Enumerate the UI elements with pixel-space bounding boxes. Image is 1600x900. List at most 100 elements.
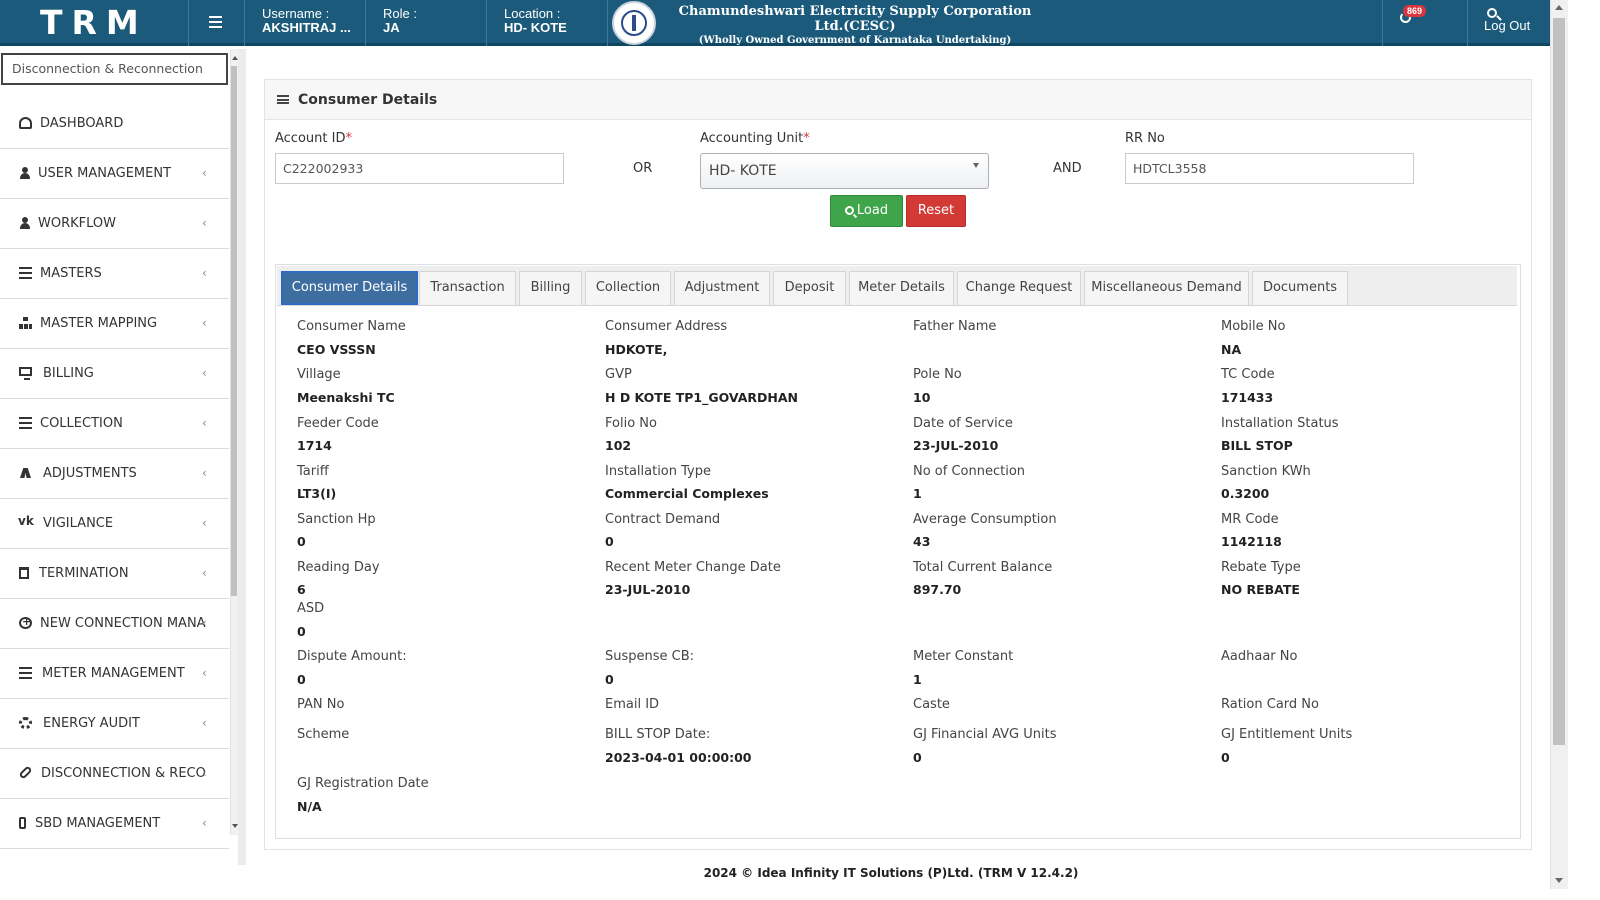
no-of-connection-value: 1 — [913, 486, 922, 501]
logout-label: Log Out — [1484, 18, 1531, 33]
sidebar-item-masters[interactable]: MASTERS ‹ — [0, 249, 229, 299]
asd-label: ASD — [297, 601, 325, 616]
sidebar-item-meter-management[interactable]: METER MANAGEMENT ‹ — [0, 649, 229, 699]
logout-button[interactable]: Log Out — [1484, 8, 1534, 33]
divider — [1467, 0, 1468, 46]
sidebar-item-label: SBD MANAGEMENT — [35, 816, 161, 831]
sidebar-item-label: DISCONNECTION & RECONNECTION — [41, 766, 205, 781]
mobile-no-label: Mobile No — [1221, 319, 1286, 334]
sidebar-divider — [238, 49, 246, 865]
gj-entitlement-units-value: 0 — [1221, 750, 1230, 765]
sidebar-item-energy-audit[interactable]: ENERGY AUDIT ‹ — [0, 699, 229, 749]
email-id-label: Email ID — [605, 697, 660, 712]
role-info: Role : JA — [383, 7, 417, 34]
sidebar-item-vigilance[interactable]: VIGILANCE ‹ — [0, 499, 229, 549]
tab-meter-details[interactable]: Meter Details — [849, 271, 954, 305]
tab-miscellaneous-demand[interactable]: Miscellaneous Demand — [1084, 271, 1249, 305]
chevron-left-icon: ‹ — [202, 466, 207, 480]
sidebar-scrollbar-thumb[interactable] — [231, 66, 237, 596]
tab-deposit[interactable]: Deposit — [773, 271, 846, 305]
sidebar-item-label: MASTER MAPPING — [40, 316, 158, 331]
mobile-no-value: NA — [1221, 342, 1242, 357]
mr-code-label: MR Code — [1221, 512, 1279, 527]
user-icon — [19, 217, 32, 229]
scroll-down-icon[interactable] — [1555, 878, 1563, 883]
contract-demand-value: 0 — [605, 534, 614, 549]
sidebar-item-user-management[interactable]: USER MANAGEMENT ‹ — [0, 149, 229, 199]
village-label: Village — [297, 367, 341, 382]
top-bar: TRM Username : AKSHITRAJ ... Role : JA L… — [0, 0, 1550, 46]
brand-logo[interactable]: TRM — [0, 0, 188, 46]
installation-type-label: Installation Type — [605, 464, 711, 479]
tab-collection[interactable]: Collection — [585, 271, 671, 305]
pole-no-label: Pole No — [913, 367, 962, 382]
folio-no-label: Folio No — [605, 416, 657, 431]
chevron-left-icon: ‹ — [202, 516, 207, 530]
chevron-left-icon: ‹ — [202, 666, 207, 680]
sidebar-item-dashboard[interactable]: DASHBOARD — [0, 99, 229, 149]
sidebar-item-new-connection[interactable]: NEW CONNECTION MANAGEMENT‹ — [0, 599, 229, 649]
tab-billing[interactable]: Billing — [519, 271, 582, 305]
dispute-amount-value: 0 — [297, 672, 306, 687]
sidebar-search-input[interactable]: Disconnection & Reconnection — [1, 53, 228, 85]
sidebar-item-master-mapping[interactable]: MASTER MAPPING ‹ — [0, 299, 229, 349]
sidebar-item-adjustments[interactable]: ADJUSTMENTS ‹ — [0, 449, 229, 499]
contract-demand-label: Contract Demand — [605, 512, 721, 527]
sanction-hp-value: 0 — [297, 534, 306, 549]
tab-adjustment[interactable]: Adjustment — [674, 271, 770, 305]
accounting-unit-label: Accounting Unit* — [700, 131, 810, 146]
load-button[interactable]: Load — [830, 195, 903, 227]
mr-code-value: 1142118 — [1221, 534, 1282, 549]
list-icon — [19, 667, 32, 679]
tab-consumer-details[interactable]: Consumer Details — [281, 271, 418, 305]
tab-change-request[interactable]: Change Request — [957, 271, 1081, 305]
feeder-code-label: Feeder Code — [297, 416, 379, 431]
gj-entitlement-units-label: GJ Entitlement Units — [1221, 727, 1353, 742]
location-info: Location : HD- KOTE — [504, 7, 567, 34]
average-consumption-value: 43 — [913, 534, 931, 549]
sidebar-item-label: VIGILANCE — [43, 516, 114, 531]
sidebar-toggle-icon[interactable] — [198, 12, 232, 34]
gears-icon — [19, 717, 32, 729]
chevron-left-icon: ‹ — [202, 266, 207, 280]
gj-financial-avg-units-value: 0 — [913, 750, 922, 765]
account-id-input[interactable]: C222002933 — [275, 153, 564, 184]
dispute-amount-label: Dispute Amount: — [297, 649, 407, 664]
accounting-unit-value: HD- KOTE — [709, 163, 777, 179]
rr-no-input[interactable]: HDTCL3558 — [1125, 153, 1414, 184]
scroll-up-icon[interactable] — [1555, 5, 1563, 10]
reset-button[interactable]: Reset — [906, 195, 966, 227]
footer-copyright: 2024 © Idea Infinity IT Solutions (P)Ltd… — [703, 866, 1079, 880]
sidebar-item-label: MASTERS — [40, 266, 102, 281]
sidebar-item-termination[interactable]: TERMINATION ‹ — [0, 549, 229, 599]
rebate-type-label: Rebate Type — [1221, 560, 1301, 575]
sidebar-item-workflow[interactable]: WORKFLOW ‹ — [0, 199, 229, 249]
mobile-icon — [19, 817, 26, 829]
sidebar-item-label: METER MANAGEMENT — [42, 666, 185, 681]
tab-transaction[interactable]: Transaction — [419, 271, 516, 305]
tc-code-label: TC Code — [1221, 367, 1275, 382]
installation-type-value: Commercial Complexes — [605, 486, 769, 501]
sidebar-item-billing[interactable]: BILLING ‹ — [0, 349, 229, 399]
installation-status-value: BILL STOP — [1221, 438, 1293, 453]
chevron-left-icon: ‹ — [202, 366, 207, 380]
total-current-balance-label: Total Current Balance — [913, 560, 1053, 575]
tab-documents[interactable]: Documents — [1252, 271, 1348, 305]
sidebar-item-label: TERMINATION — [39, 566, 129, 581]
suspense-cb-label: Suspense CB: — [605, 649, 695, 664]
chevron-left-icon: ‹ — [202, 716, 207, 730]
chevron-left-icon: ‹ — [202, 616, 207, 630]
sidebar-item-collection[interactable]: COLLECTION ‹ — [0, 399, 229, 449]
installation-status-label: Installation Status — [1221, 416, 1339, 431]
accounting-unit-select[interactable]: HD- KOTE — [700, 153, 989, 189]
org-subtitle: (Wholly Owned Government of Karnataka Un… — [698, 35, 1012, 46]
pan-no-label: PAN No — [297, 697, 345, 712]
gj-financial-avg-units-label: GJ Financial AVG Units — [913, 727, 1057, 742]
rebate-type-value: NO REBATE — [1221, 582, 1300, 597]
details-tabs-container — [275, 264, 1521, 839]
page-scrollbar-thumb[interactable] — [1553, 18, 1565, 745]
sidebar-item-sbd-management[interactable]: SBD MANAGEMENT ‹ — [0, 799, 229, 849]
notification-badge[interactable]: 869 — [1403, 5, 1427, 17]
sidebar-item-disconnection-reconnection[interactable]: DISCONNECTION & RECONNECTION‹ — [0, 749, 229, 799]
sidebar-item-label: WORKFLOW — [38, 216, 116, 231]
